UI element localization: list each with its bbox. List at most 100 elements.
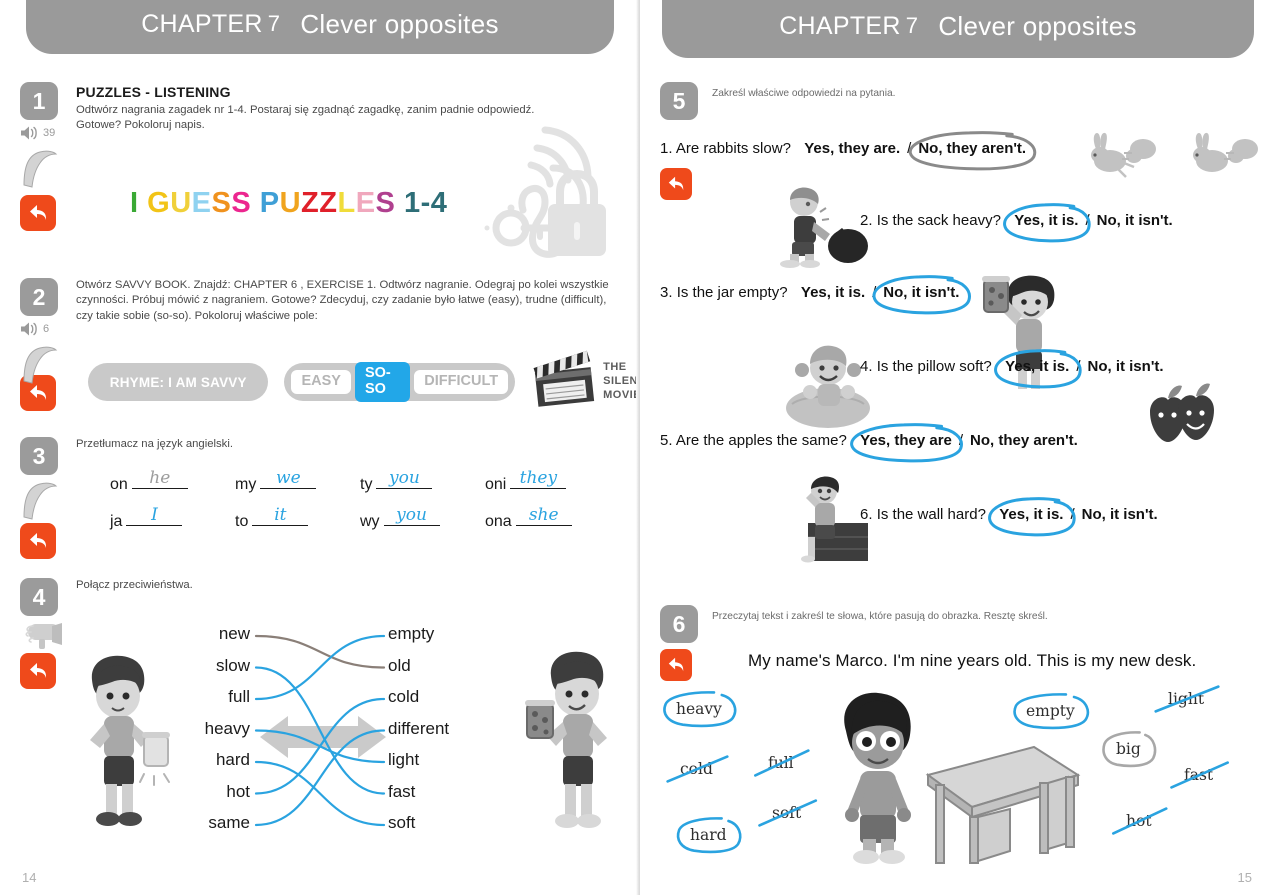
answer-separator: / (1085, 212, 1090, 229)
word-choice[interactable]: big (1108, 737, 1149, 761)
chapter-label: CHAPTER (141, 9, 263, 38)
answer-no[interactable]: No, they aren't. (918, 140, 1026, 157)
question-row: 6. Is the wall hard? Yes, it is. / No, it … (860, 506, 1163, 523)
translation-blank[interactable]: it (252, 506, 309, 526)
answer-yes[interactable]: Yes, they are (860, 432, 952, 449)
answer-no[interactable]: No, it isn't. (1082, 506, 1158, 523)
translation-answer: you (389, 468, 420, 488)
chapter-title: Clever opposites (938, 10, 1137, 41)
answer-yes[interactable]: Yes, it is. (999, 506, 1063, 523)
opposites-connector-lines (254, 634, 386, 827)
reply-button-6[interactable] (660, 649, 692, 681)
translation-blank[interactable]: they (510, 469, 567, 489)
colored-puzzle-title: I GUESS PUZZLES 1-4 (130, 187, 447, 220)
reply-button-3[interactable] (20, 523, 56, 559)
audio-track-2[interactable]: 6 (20, 321, 76, 337)
translation-item: oni they (485, 469, 610, 494)
difficulty-choices: EASY SO-SO DIFFICULT (284, 362, 516, 402)
difficulty-choice-easy[interactable]: EASY (291, 370, 351, 394)
rhyme-pill[interactable]: RHYME: I AM SAVVY (88, 363, 269, 401)
puzzle-title-letter (395, 187, 404, 219)
reply-arrow-icon (30, 205, 47, 220)
reply-arrow-icon (668, 657, 684, 672)
translation-item: to it (235, 506, 360, 531)
question-text: Is the pillow soft? (876, 358, 1001, 375)
translation-answer: he (149, 468, 171, 488)
audio-track-1[interactable]: 39 (20, 125, 76, 141)
answer-separator: / (1070, 506, 1075, 523)
word-choice[interactable]: fast (1176, 763, 1221, 787)
word-choice[interactable]: soft (764, 801, 809, 825)
puzzle-title-letter: P (259, 187, 280, 219)
puzzle-title-letter: U (279, 187, 302, 219)
question-row: 4. Is the pillow soft? Yes, it is. / No, i… (860, 358, 1169, 375)
translation-item: wy you (360, 506, 485, 531)
opposite-match-line (254, 666, 386, 795)
word-choice-label: heavy (668, 697, 730, 721)
answer-yes[interactable]: Yes, they are. (804, 140, 900, 157)
question-number: 5. (660, 432, 676, 449)
translation-prompt: to (235, 513, 249, 530)
exercise-2-badge: 2 (20, 278, 58, 316)
puzzle-title-letter: E (355, 187, 376, 219)
exercise-6-sentence: My name's Marco. I'm nine years old. Thi… (748, 651, 1197, 670)
puzzle-title-letter: S (211, 187, 232, 219)
desk-icon (925, 745, 1081, 864)
word-circle-mark (1101, 730, 1158, 768)
word-choice-label: empty (1018, 699, 1083, 723)
question-row: 3. Is the jar empty? Yes, it is. / No, it … (660, 284, 964, 301)
workbook-spread: CHAPTER 7 Clever opposites 1 39 PUZZLES … (0, 0, 1280, 895)
translation-blank[interactable]: I (126, 506, 183, 526)
exercise-1-title: PUZZLES - LISTENING (76, 84, 231, 100)
answer-no[interactable]: No, it isn't. (1097, 212, 1173, 229)
translation-prompt: wy (360, 513, 380, 530)
question-number: 1. (660, 140, 676, 157)
translation-blank[interactable]: he (131, 468, 188, 489)
answer-yes[interactable]: Yes, it is. (1005, 358, 1069, 375)
word-strike-mark (1169, 756, 1230, 794)
word-strike-mark (753, 744, 811, 782)
boomerang-icon (20, 477, 76, 521)
word-choice-label: hot (1118, 809, 1160, 833)
word-strike-mark (757, 794, 818, 832)
opposite-match-line (254, 634, 386, 669)
puzzle-title-letter: Z (319, 187, 338, 219)
puzzle-title-letter: - (420, 187, 431, 219)
question-text: Is the wall hard? (876, 506, 995, 523)
puzzle-title-letter: I (130, 187, 139, 219)
exercise-2-instruction-line1: Otwórz SAVVY BOOK. Znajdź: CHAPTER 6 , E… (76, 279, 609, 291)
word-choice-label: soft (764, 801, 809, 825)
answer-no[interactable]: No, it isn't. (1087, 358, 1163, 375)
translation-blank[interactable]: you (376, 468, 433, 489)
translation-grid: on he my we ty you oni they ja Ito it wy you ona she (110, 469, 610, 531)
answer-no[interactable]: No, it isn't. (883, 284, 959, 301)
puzzle-title-letter: 1 (403, 187, 421, 219)
word-choice[interactable]: full (760, 751, 802, 775)
word-choice[interactable]: hard (682, 823, 735, 847)
exercise-3-badge: 3 (20, 437, 58, 475)
difficulty-choice-so-so[interactable]: SO-SO (354, 362, 411, 402)
two-apples-icon (1150, 383, 1214, 442)
word-choice[interactable]: empty (1018, 699, 1083, 723)
translation-blank[interactable]: she (515, 506, 572, 526)
question-row: 2. Is the sack heavy? Yes, it is. / No, it… (860, 212, 1178, 229)
reply-button-1[interactable] (20, 195, 56, 231)
answer-yes[interactable]: Yes, it is. (1014, 212, 1078, 229)
translation-blank[interactable]: we (260, 469, 317, 489)
answer-no[interactable]: No, they aren't. (970, 432, 1078, 449)
translation-prompt: ty (360, 476, 373, 493)
translation-blank[interactable]: you (383, 506, 440, 526)
answer-yes[interactable]: Yes, it is. (801, 284, 865, 301)
puzzle-title-letter: G (147, 187, 171, 219)
exercise-5-badge: 5 (660, 82, 698, 120)
word-choice[interactable]: light (1160, 687, 1212, 711)
word-choice[interactable]: heavy (668, 697, 730, 721)
audio-track-2-number: 6 (43, 323, 50, 335)
reply-button-5[interactable] (660, 168, 692, 200)
puzzle-title-letter: L (337, 187, 356, 219)
word-choice-label: big (1108, 737, 1149, 761)
difficulty-choice-difficult[interactable]: DIFFICULT (414, 370, 509, 394)
word-choice[interactable]: hot (1118, 809, 1160, 833)
word-choice[interactable]: cold (672, 757, 721, 781)
chapter-label: CHAPTER (779, 11, 901, 40)
